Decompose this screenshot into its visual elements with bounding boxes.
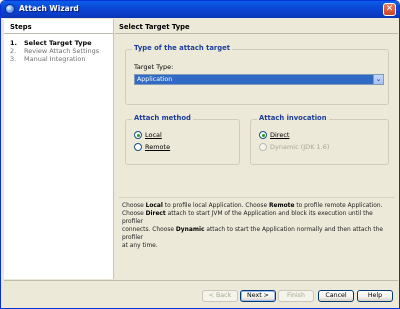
- step-select-target-type: 1. Select Target Type: [10, 39, 92, 47]
- main-panel: Select Target Type Type of the attach ta…: [115, 19, 398, 279]
- target-type-select[interactable]: Application ⌄: [134, 74, 384, 85]
- app-icon: [5, 4, 15, 14]
- step-label: Select Target Type: [24, 39, 92, 47]
- finish-button[interactable]: Finish: [278, 290, 314, 302]
- step-label: Manual Integration: [24, 55, 86, 63]
- next-button[interactable]: Next >: [240, 290, 276, 302]
- step-manual-integration: 3. Manual Integration: [10, 55, 86, 63]
- radio-button[interactable]: [134, 131, 142, 139]
- radio-button[interactable]: [259, 131, 267, 139]
- selected-value: Application: [137, 76, 173, 83]
- close-button[interactable]: ✕: [383, 3, 396, 16]
- radio-label: Local: [145, 131, 162, 139]
- description-text: Choose Local to profile local Applicatio…: [119, 197, 395, 255]
- page-title: Select Target Type: [119, 23, 190, 31]
- chevron-down-icon[interactable]: ⌄: [373, 75, 383, 84]
- divider: [115, 33, 398, 34]
- attach-wizard-window: Attach Wizard ✕ Steps 1. Select Target Ty…: [0, 0, 400, 309]
- radio-label: Remote: [145, 143, 171, 151]
- radio-button[interactable]: [134, 143, 142, 151]
- attach-method-group: Attach method Local Remote: [125, 114, 240, 165]
- description-line: at any time.: [122, 243, 158, 249]
- target-type-label: Target Type:: [134, 63, 174, 71]
- group-title: Attach method: [132, 114, 193, 122]
- step-number: 1.: [10, 39, 17, 47]
- window-title: Attach Wizard: [19, 4, 79, 13]
- group-title: Attach invocation: [257, 114, 329, 122]
- description-line: Choose Direct attach to start JVM of the…: [122, 211, 373, 225]
- attach-invocation-group: Attach invocation Direct Dynamic (JDK 1.…: [250, 114, 389, 165]
- steps-title: Steps: [10, 23, 32, 31]
- radio-direct[interactable]: Direct: [259, 131, 289, 139]
- back-button[interactable]: < Back: [202, 290, 238, 302]
- step-review-attach-settings: 2. Review Attach Settings: [10, 47, 99, 55]
- help-button[interactable]: Help: [357, 290, 393, 302]
- description-line: Choose Local to profile local Applicatio…: [122, 203, 383, 209]
- divider: [4, 280, 398, 281]
- description-line: connects. Choose Dynamic attach to start…: [122, 227, 383, 241]
- steps-panel: Steps 1. Select Target Type 2. Review Atta…: [4, 19, 114, 279]
- title-bar[interactable]: Attach Wizard ✕: [1, 1, 399, 18]
- radio-label: Dynamic (JDK 1.6): [270, 143, 330, 151]
- radio-remote[interactable]: Remote: [134, 143, 170, 151]
- step-number: 2.: [10, 47, 17, 55]
- radio-local[interactable]: Local: [134, 131, 162, 139]
- divider: [4, 33, 114, 34]
- radio-button: [259, 143, 267, 151]
- step-number: 3.: [10, 55, 17, 63]
- group-title: Type of the attach target: [132, 44, 232, 52]
- radio-dynamic: Dynamic (JDK 1.6): [259, 143, 329, 151]
- radio-label: Direct: [270, 131, 290, 139]
- step-label: Review Attach Settings: [24, 47, 100, 55]
- cancel-button[interactable]: Cancel: [318, 290, 354, 302]
- target-type-group: Type of the attach target Target Type: A…: [125, 44, 389, 105]
